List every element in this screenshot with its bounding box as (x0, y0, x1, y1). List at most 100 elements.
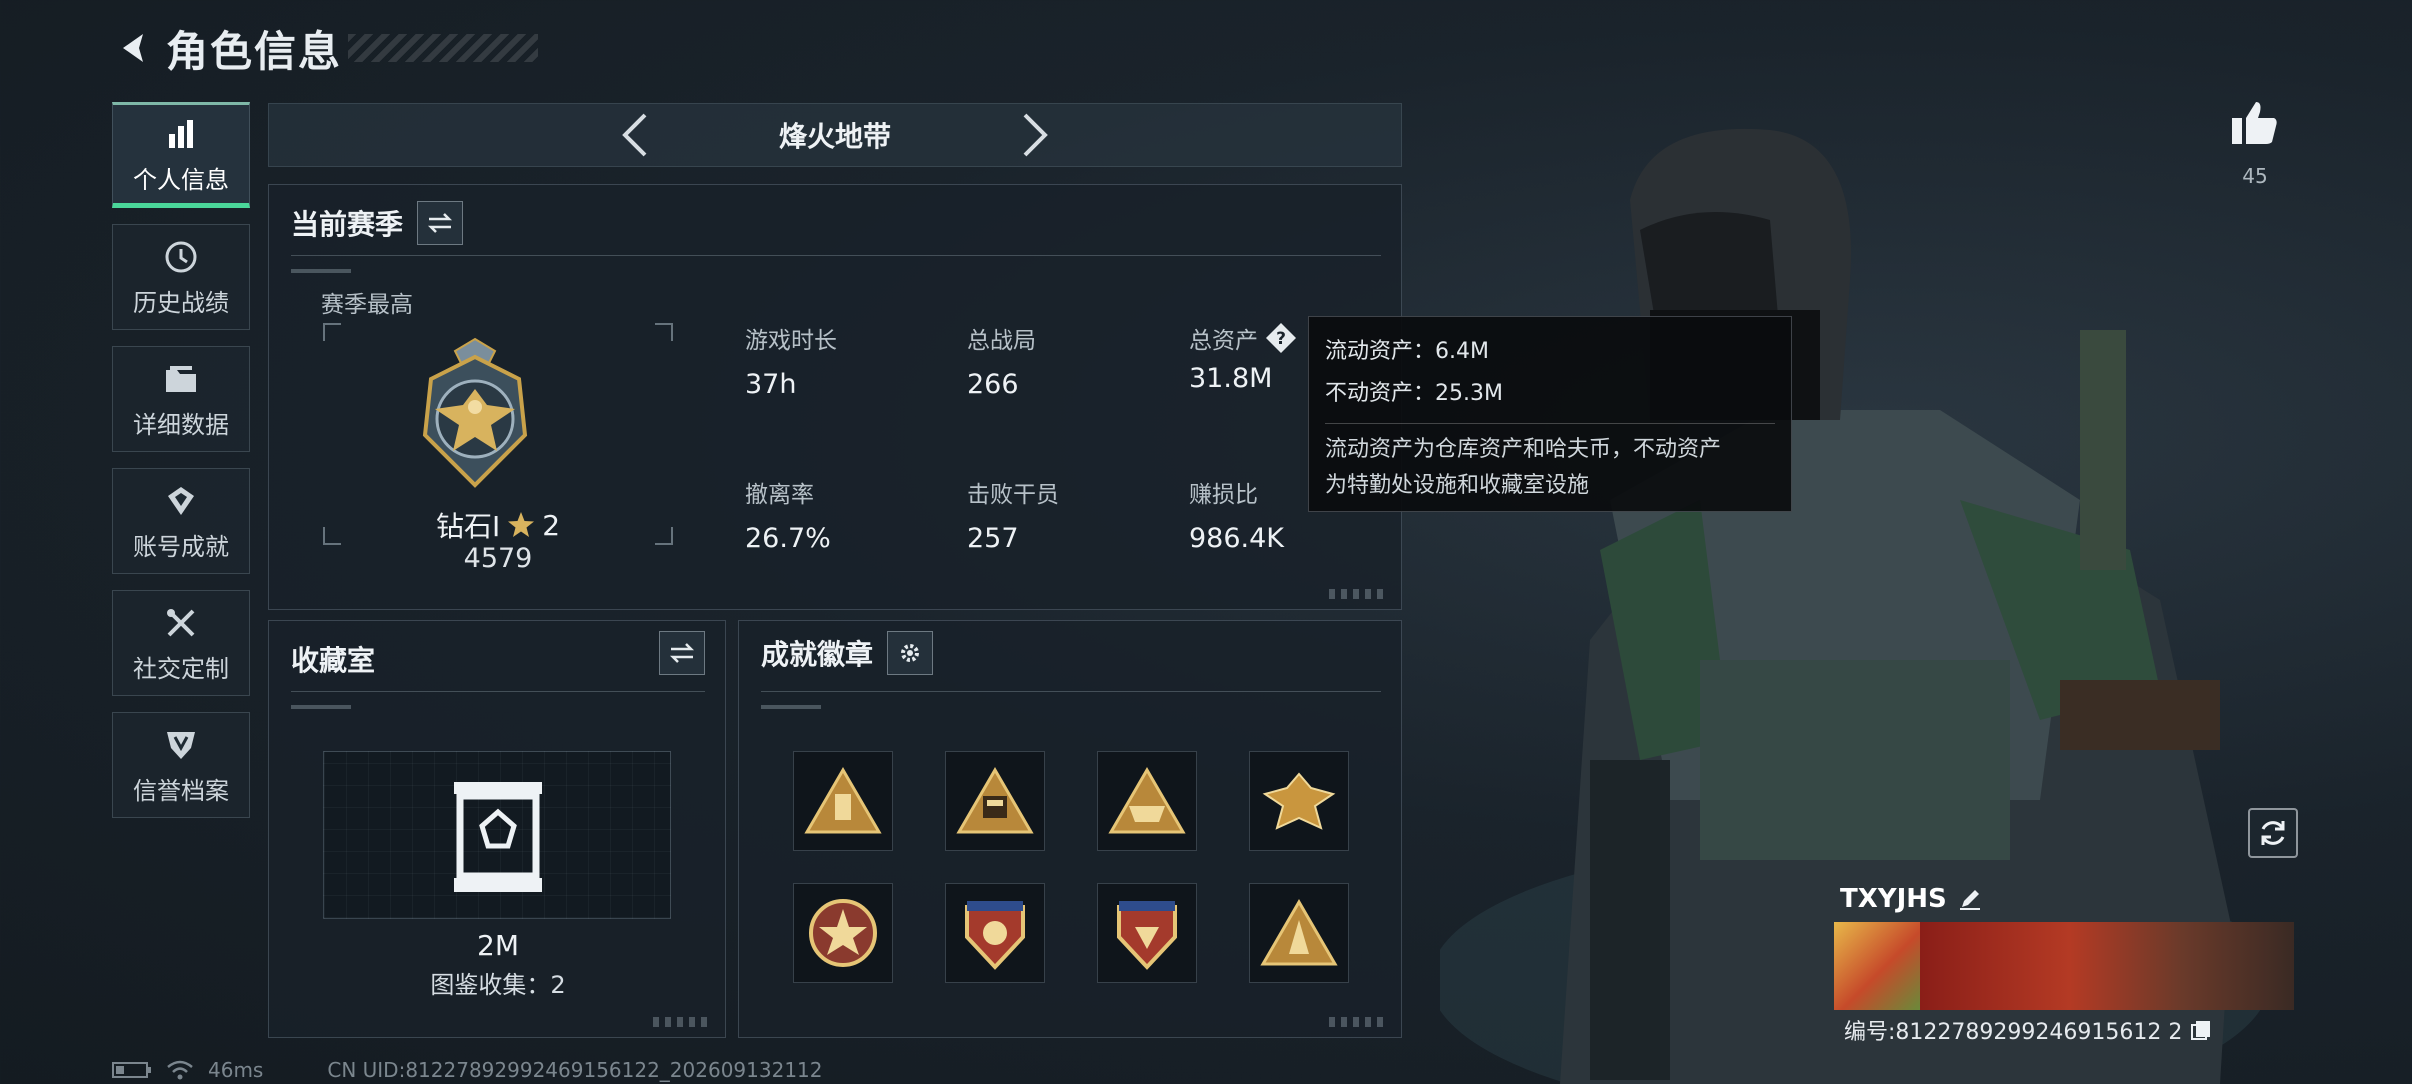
uid-text: CN UID:81227892992469156122_202609132112 (327, 1058, 823, 1082)
copy-icon (2191, 1021, 2211, 1040)
refresh-icon (2261, 821, 2285, 845)
stat-kills: 击败干员 257 (967, 475, 1059, 554)
badge-slot[interactable] (945, 883, 1045, 983)
stat-extract-rate: 撤离率 26.7% (745, 475, 831, 554)
wifi-icon (167, 1060, 193, 1080)
sidebar-item-personal-info[interactable]: 个人信息 (112, 102, 250, 208)
season-title: 当前赛季 (291, 208, 404, 241)
stat-value: 26.7% (745, 523, 831, 554)
stat-play-time: 游戏时长 37h (745, 321, 837, 400)
mode-selector: 烽火地带 (268, 103, 1402, 167)
sidebar-item-history[interactable]: 历史战绩 (112, 224, 250, 330)
badge-slot[interactable] (1097, 751, 1197, 851)
title-decoration (348, 34, 539, 62)
corner-decoration (1329, 1017, 1389, 1027)
thumbs-up-icon (2232, 102, 2277, 144)
sidebar-item-credit[interactable]: 信誉档案 (112, 712, 250, 818)
stat-value: 257 (967, 523, 1019, 554)
copy-id-button[interactable] (2188, 1017, 2214, 1043)
status-footer: 46ms CN UID:81227892992469156122_2026091… (112, 1058, 823, 1082)
badge-slot[interactable] (1097, 883, 1197, 983)
badges-title: 成就徽章 (761, 638, 874, 671)
badge-slot[interactable] (793, 883, 893, 983)
current-season-panel: 当前赛季 赛季最高 钻石Ⅰ 2 4579 游戏时长 37h 总战局 266 总资… (268, 184, 1402, 610)
mode-next-button[interactable] (1015, 107, 1055, 163)
header: 角色信息 (110, 18, 539, 78)
stat-label: 总资产 (1189, 328, 1258, 354)
season-swap-button[interactable] (417, 201, 464, 245)
like-count: 45 (2242, 164, 2268, 188)
like-widget: 45 (2220, 94, 2290, 188)
sidebar-item-detail-data[interactable]: 详细数据 (112, 346, 250, 452)
badge-slot[interactable] (1249, 751, 1349, 851)
stat-value: 986.4K (1189, 523, 1285, 554)
rank-name: 钻石Ⅰ (435, 510, 501, 543)
help-button[interactable]: ? (1264, 321, 1298, 355)
tooltip-description-line: 流动资产为仓库资产和哈夫币，不动资产 (1325, 437, 1722, 462)
sidebar-item-label: 信誉档案 (133, 776, 229, 805)
triangle-badge-icon (1260, 899, 1338, 966)
edit-name-button[interactable] (1955, 884, 1985, 914)
stat-total-assets: 总资产 ? 31.8M (1189, 321, 1298, 394)
star-icon (508, 512, 535, 537)
collection-preview[interactable] (323, 751, 671, 919)
divider (291, 691, 705, 692)
achievement-badges-panel: 成就徽章 (738, 620, 1402, 1038)
gear-icon (901, 644, 920, 662)
collection-room-panel: 收藏室 2M 图鉴收集：2 (268, 620, 726, 1038)
stat-total-matches: 总战局 266 (967, 321, 1036, 400)
stat-label: 总战局 (967, 328, 1036, 354)
swap-icon (669, 643, 695, 663)
history-clock-icon (161, 237, 201, 277)
svg-text:?: ? (1276, 329, 1286, 349)
collection-swap-button[interactable] (659, 631, 705, 675)
corner-decoration (1329, 589, 1389, 599)
sidebar-item-achievements[interactable]: 账号成就 (112, 468, 250, 574)
assets-tooltip: 流动资产：6.4M 不动资产：25.3M 流动资产为仓库资产和哈夫币，不动资产 … (1308, 316, 1792, 512)
collection-catalog: 图鉴收集：2 (430, 971, 566, 999)
battery-icon (112, 1062, 151, 1078)
rank-row: 钻石Ⅰ 2 (373, 505, 623, 545)
rotate-model-button[interactable] (2248, 808, 2298, 858)
badge-grid (793, 751, 1349, 983)
sidebar-item-label: 详细数据 (133, 410, 229, 439)
eagle-badge-icon (1262, 772, 1336, 830)
player-name: TXYJHS (1840, 884, 1947, 914)
tooltip-fixed-assets: 不动资产：25.3M (1325, 381, 1503, 406)
swap-icon (427, 213, 453, 233)
stat-label: 赚损比 (1189, 482, 1258, 508)
triangle-badge-icon (804, 767, 882, 834)
back-arrow-icon (123, 34, 143, 62)
chevron-left-icon (622, 113, 647, 157)
folder-icon (161, 359, 201, 399)
stat-profit-loss: 赚损比 986.4K (1189, 475, 1284, 554)
sidebar-item-label: 账号成就 (133, 532, 229, 561)
tools-icon (161, 603, 201, 643)
page-title: 角色信息 (166, 26, 343, 76)
badge-slot[interactable] (793, 751, 893, 851)
shield-medal-badge-icon (965, 901, 1025, 970)
player-id: 编号:8122789299246915612 2 (1844, 1020, 2183, 1045)
badge-slot[interactable] (945, 751, 1045, 851)
sidebar: 个人信息 历史战绩 详细数据 账号成就 社交定制 信誉档案 (112, 102, 250, 834)
divider-dash (761, 705, 821, 709)
badge-slot[interactable] (1249, 883, 1349, 983)
vault-icon (450, 780, 546, 894)
rank-points: 4579 (463, 543, 533, 574)
tooltip-divider (1325, 423, 1775, 424)
tooltip-liquid-assets: 流动资产：6.4M (1325, 339, 1489, 364)
pencil-icon (1959, 890, 1980, 910)
stat-value: 37h (745, 369, 797, 400)
ping-value: 46ms (208, 1058, 264, 1082)
collection-title: 收藏室 (291, 644, 376, 677)
like-button[interactable] (2220, 94, 2290, 150)
stat-value: 31.8M (1189, 363, 1273, 394)
badges-settings-button[interactable] (887, 631, 934, 675)
divider (291, 255, 1381, 256)
achievement-icon (161, 481, 201, 521)
sidebar-item-social[interactable]: 社交定制 (112, 590, 250, 696)
mode-prev-button[interactable] (615, 107, 655, 163)
back-button[interactable] (110, 25, 156, 71)
player-banner[interactable] (1834, 922, 2294, 1010)
stat-label: 游戏时长 (745, 328, 837, 354)
